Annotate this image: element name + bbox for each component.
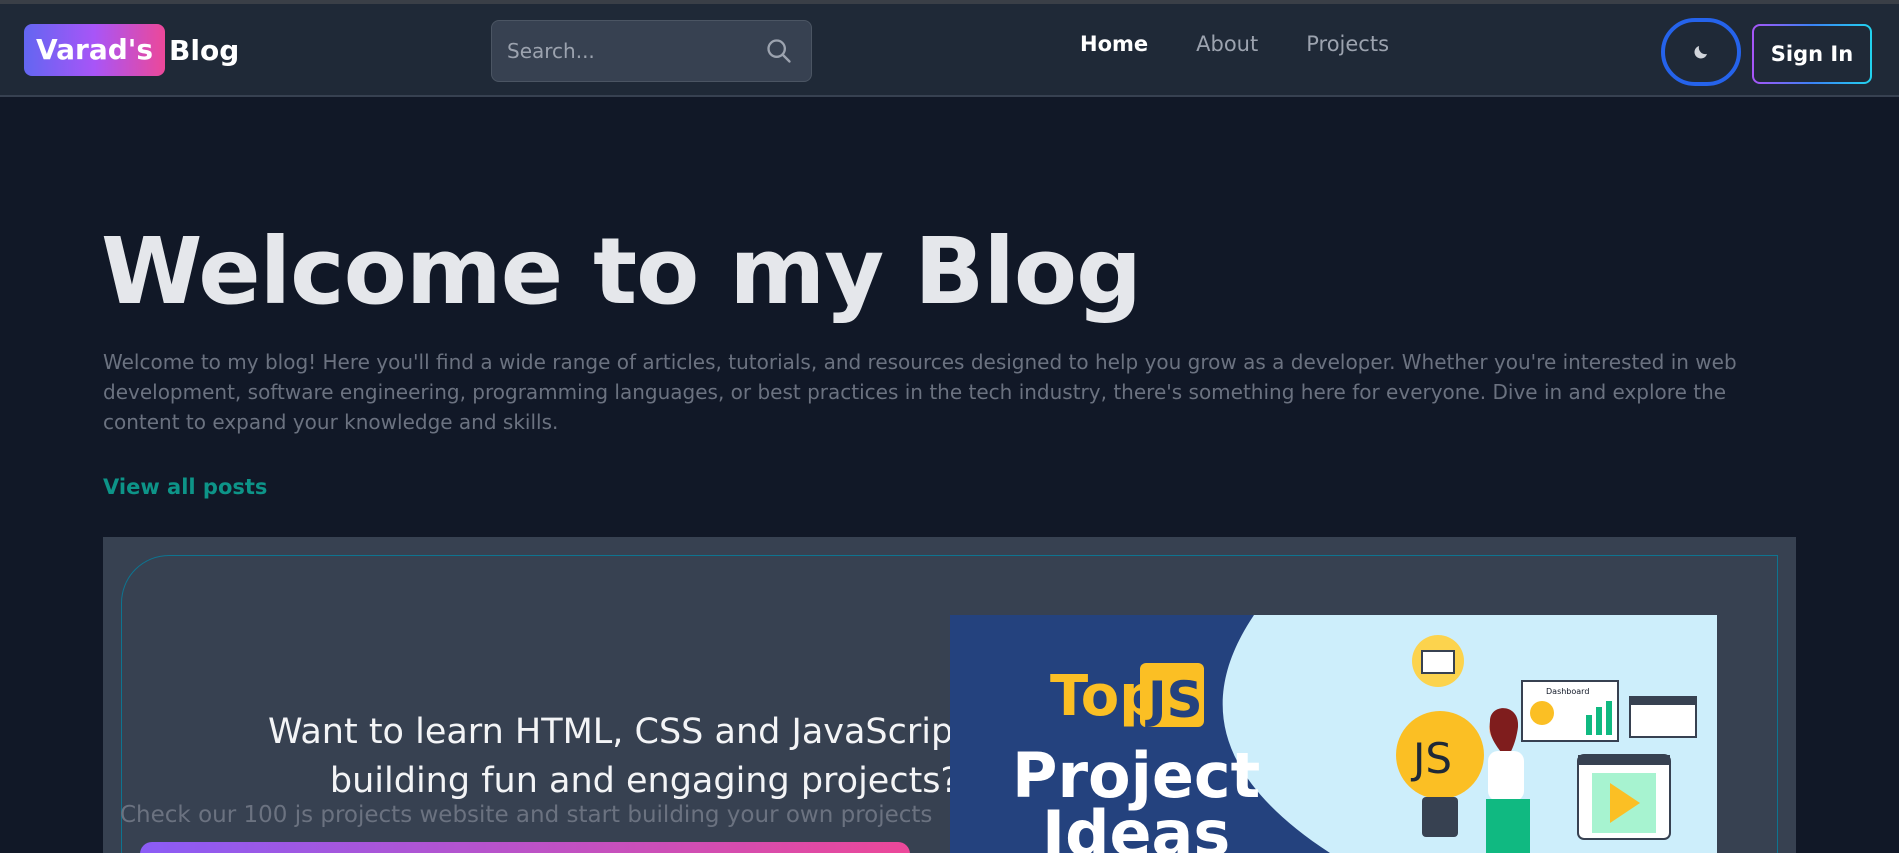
video-player-header: [1578, 755, 1670, 765]
cta-button[interactable]: [140, 842, 910, 853]
promo-js-text: JS: [1145, 671, 1203, 729]
main-nav: Home About Projects: [1080, 32, 1389, 56]
person-legs: [1486, 799, 1530, 853]
lightbulb-base: [1422, 797, 1458, 837]
site-logo[interactable]: Varad's Blog: [24, 24, 239, 76]
intro-paragraph: Welcome to my blog! Here you'll find a w…: [103, 350, 1737, 434]
page-title: Welcome to my Blog: [101, 218, 1142, 325]
moon-icon: [1694, 46, 1707, 59]
sign-in-button[interactable]: Sign In: [1752, 24, 1872, 84]
search-input[interactable]: [492, 21, 752, 81]
nav-projects[interactable]: Projects: [1306, 32, 1389, 56]
nav-home[interactable]: Home: [1080, 32, 1148, 56]
cta-title: Want to learn HTML, CSS and JavaScript b…: [267, 712, 1021, 801]
promo-image[interactable]: Top JS Project Ideas JS Dashboard: [950, 615, 1717, 853]
envelope-body: [1421, 650, 1455, 674]
dashboard-bar: [1606, 701, 1612, 735]
search-icon[interactable]: [765, 37, 793, 65]
search-box: [491, 20, 812, 82]
logo-badge: Varad's: [24, 24, 166, 76]
dashboard-label: Dashboard: [1546, 687, 1589, 696]
person-torso: [1488, 751, 1524, 801]
promo-line2: Ideas: [1042, 797, 1230, 853]
calendar-header: [1630, 697, 1696, 705]
nav-about[interactable]: About: [1196, 32, 1258, 56]
logo-text: Blog: [169, 33, 240, 67]
cta-subtitle: Check our 100 js projects website and st…: [120, 802, 933, 828]
bulb-js-text: JS: [1410, 734, 1452, 783]
dashboard-bar: [1586, 715, 1592, 735]
theme-toggle-button[interactable]: [1661, 18, 1741, 86]
sign-in-label: Sign In: [1754, 26, 1870, 82]
pie-chart-icon: [1530, 701, 1554, 725]
dashboard-bar: [1596, 707, 1602, 735]
view-all-posts-link[interactable]: View all posts: [103, 475, 267, 499]
site-header: Varad's Blog Home About Projects Sign In: [0, 4, 1899, 97]
